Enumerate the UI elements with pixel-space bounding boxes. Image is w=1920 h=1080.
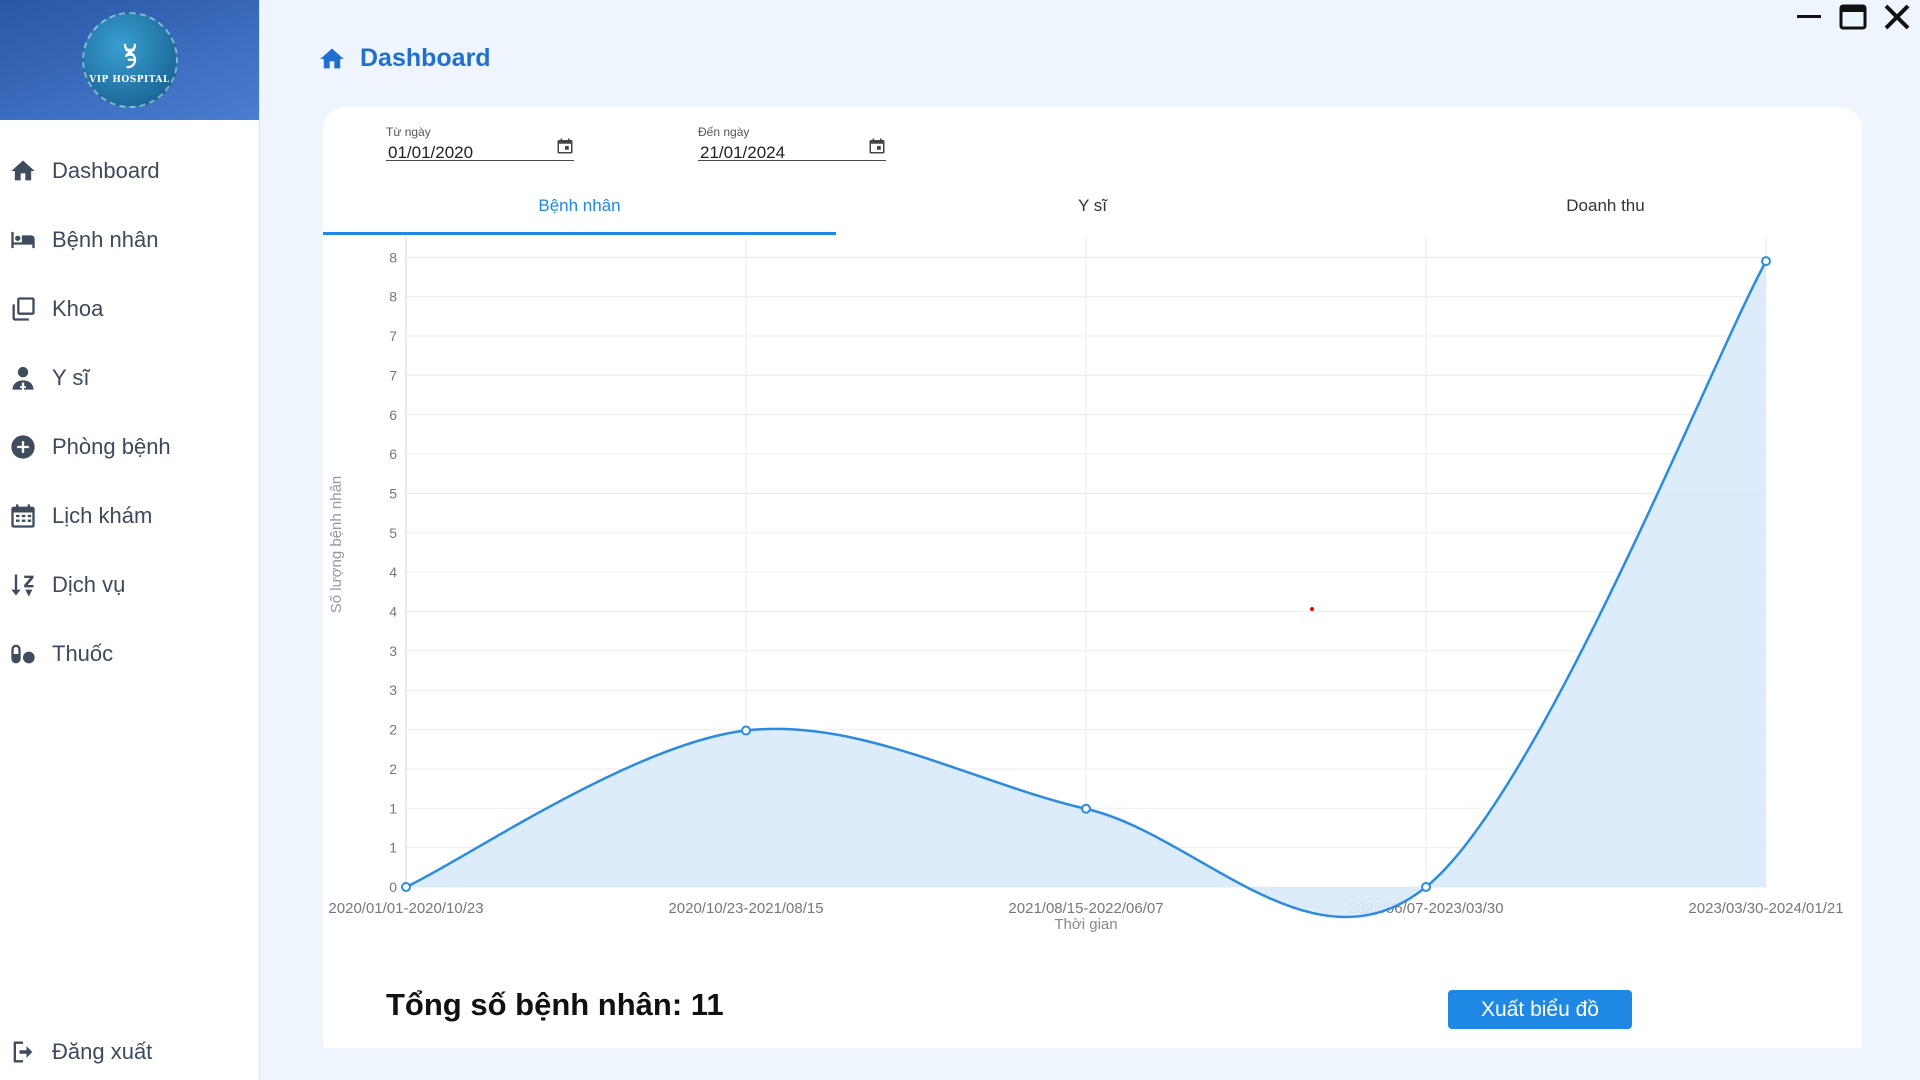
sidebar-item-patients[interactable]: Bệnh nhân: [0, 205, 259, 274]
dna-icon: [123, 43, 136, 69]
patient-chart: 0112233445566778892020/01/01-2020/10/232…: [323, 210, 1862, 967]
sidebar-item-label: Lịch khám: [52, 502, 153, 528]
y-tick-label: 0: [389, 879, 397, 895]
y-tick-label: 2: [389, 761, 397, 777]
pills-icon: [8, 639, 38, 669]
y-tick-label: 1: [389, 840, 397, 856]
y-tick-label: 4: [389, 604, 397, 620]
tab-revenue[interactable]: Doanh thu: [1349, 182, 1862, 237]
close-icon: [1884, 4, 1910, 30]
maximize-button[interactable]: [1838, 2, 1868, 32]
sidebar-item-departments[interactable]: Khoa: [0, 274, 259, 343]
sidebar-item-dashboard[interactable]: Dashboard: [0, 136, 259, 205]
y-tick-label: 2: [389, 722, 397, 738]
y-axis-title: Số lượng bệnh nhân: [328, 476, 345, 613]
calendar-icon: [8, 501, 38, 531]
x-tick-label: 2020/10/23-2021/08/15: [668, 900, 823, 917]
x-axis-title: Thời gian: [1054, 916, 1117, 933]
copy-icon: [8, 294, 38, 324]
window-controls: [1794, 0, 1920, 32]
y-tick-label: 1: [389, 800, 397, 816]
y-tick-label: 3: [389, 682, 397, 698]
sidebar-item-medicine[interactable]: Thuốc: [0, 619, 259, 688]
page-title: Dashboard: [360, 44, 491, 72]
data-point: [1081, 803, 1091, 814]
y-tick-label: 7: [389, 367, 397, 383]
from-date-label: Từ ngày: [386, 125, 431, 139]
to-date-label: Đến ngày: [698, 125, 750, 139]
sidebar-item-label: Thuốc: [52, 640, 114, 666]
chart-tabs: Bệnh nhân Y sĩ Doanh thu: [323, 182, 1862, 237]
y-tick-label: 6: [389, 407, 397, 423]
hospital-logo: VIP HOSPITAL: [81, 12, 178, 108]
y-tick-label: 3: [389, 643, 397, 659]
from-date-field[interactable]: Từ ngày 01/01/2020: [386, 117, 574, 163]
export-chart-button[interactable]: Xuất biểu đồ: [1448, 990, 1632, 1029]
home-icon: [320, 48, 344, 68]
page-header: Dashboard: [318, 44, 491, 73]
y-tick-label: 7: [389, 328, 397, 344]
sidebar-item-label: Y sĩ: [52, 364, 90, 390]
tab-patients[interactable]: Bệnh nhân: [323, 182, 836, 237]
close-button[interactable]: [1882, 2, 1912, 32]
y-tick-label: 8: [389, 249, 397, 265]
logo-area: VIP HOSPITAL: [0, 0, 259, 120]
x-tick-label: 2020/01/01-2020/10/23: [328, 900, 483, 917]
bed-icon: [8, 225, 38, 255]
sidebar-item-label: Bệnh nhân: [52, 226, 159, 252]
x-tick-label: 2021/08/15-2022/06/07: [1008, 900, 1163, 917]
logout-button[interactable]: Đăng xuất: [0, 1024, 259, 1080]
logout-label: Đăng xuất: [52, 1039, 153, 1064]
sidebar-item-services[interactable]: Dịch vụ: [0, 550, 259, 619]
to-date-value[interactable]: 21/01/2024: [700, 143, 785, 163]
sidebar-item-label: Khoa: [52, 295, 104, 321]
minimize-button[interactable]: [1794, 2, 1824, 32]
maximize-icon: [1839, 4, 1867, 30]
x-tick-label: 2023/03/30-2024/01/21: [1688, 900, 1843, 917]
minimize-icon: [1797, 15, 1821, 18]
tab-doctors[interactable]: Y sĩ: [836, 182, 1349, 237]
sidebar-item-label: Phòng bệnh: [52, 433, 171, 459]
sidebar: VIP HOSPITAL Dashboard Bệnh nhân Khoa Y …: [0, 0, 260, 1080]
sidebar-item-doctors[interactable]: Y sĩ: [0, 343, 259, 412]
y-tick-label: 4: [389, 564, 397, 580]
from-date-value[interactable]: 01/01/2020: [388, 143, 473, 163]
sort-icon: [8, 570, 38, 600]
data-point: [741, 725, 751, 736]
logo-text: VIP HOSPITAL: [89, 75, 170, 85]
y-tick-label: 6: [389, 446, 397, 462]
home-icon: [8, 156, 38, 186]
y-tick-label: 5: [389, 485, 397, 501]
sidebar-item-rooms[interactable]: Phòng bệnh: [0, 412, 259, 481]
logout-icon: [8, 1037, 38, 1067]
plus-circle-icon: [8, 432, 38, 462]
cursor-dot: [1310, 607, 1314, 611]
y-tick-label: 5: [389, 525, 397, 541]
chart-svg: 0112233445566778892020/01/01-2020/10/232…: [328, 210, 1844, 933]
sidebar-item-label: Dịch vụ: [52, 571, 126, 597]
data-point: [1421, 882, 1431, 892]
doctor-icon: [8, 363, 38, 393]
sidebar-item-schedule[interactable]: Lịch khám: [0, 481, 259, 550]
calendar-icon[interactable]: [556, 137, 574, 155]
data-point: [1761, 256, 1771, 267]
total-patients: Tổng số bệnh nhân: 11: [386, 987, 724, 1022]
to-date-field[interactable]: Đến ngày 21/01/2024: [698, 117, 886, 163]
data-point: [401, 882, 411, 892]
y-tick-label: 8: [389, 289, 397, 305]
dashboard-card: Từ ngày 01/01/2020 Đến ngày 21/01/2024 B…: [323, 107, 1862, 1048]
sidebar-item-label: Dashboard: [52, 157, 160, 183]
sidebar-nav: Dashboard Bệnh nhân Khoa Y sĩ Phòng bệnh: [0, 136, 259, 688]
calendar-icon[interactable]: [868, 137, 886, 155]
